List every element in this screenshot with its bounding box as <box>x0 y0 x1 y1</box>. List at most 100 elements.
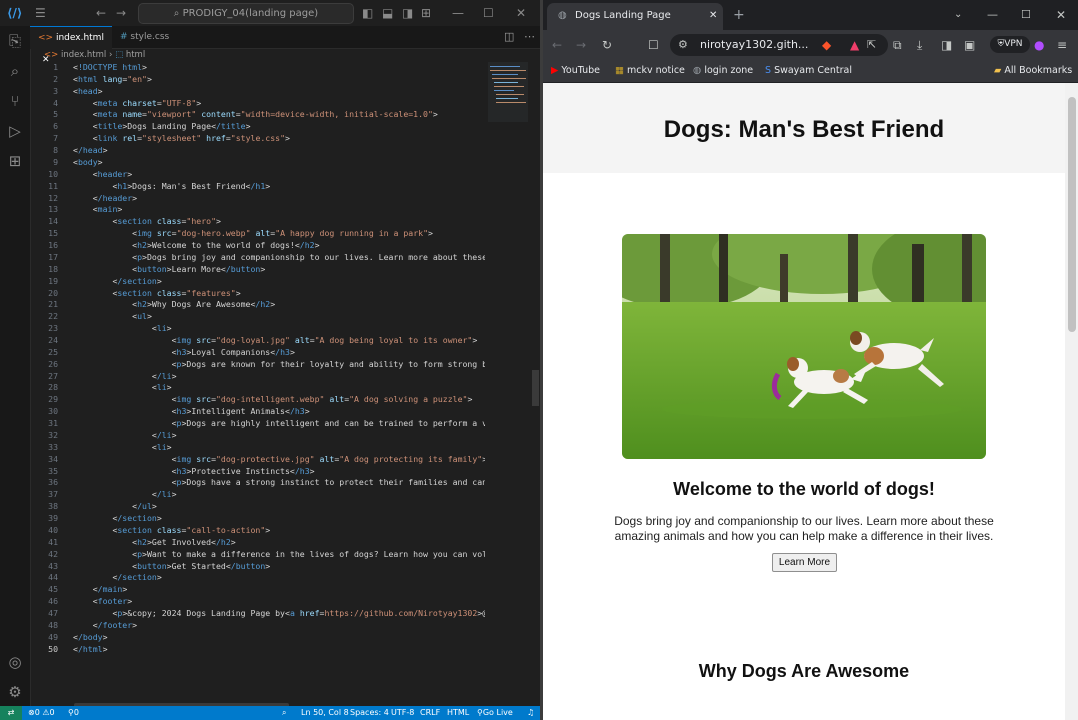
browser-tab[interactable]: ◍ Dogs Landing Page ✕ <box>547 3 723 30</box>
toggle-panel-icon[interactable]: ⬓ <box>382 0 393 26</box>
code-line[interactable]: <button>Learn More</button> <box>73 264 265 274</box>
indentation[interactable]: Spaces: 4 <box>350 706 389 720</box>
code-line[interactable]: <img src="dog-loyal.jpg" alt="A dog bein… <box>73 335 478 345</box>
code-line[interactable]: <p>Dogs are highly intelligent and can b… <box>73 418 485 428</box>
code-line[interactable]: <ul> <box>73 311 152 321</box>
code-line[interactable]: </html> <box>73 644 108 654</box>
notifications-icon[interactable]: ♫ <box>527 706 534 720</box>
close-tab-icon[interactable]: ✕ <box>709 3 717 29</box>
tab-search-icon[interactable]: ⌄ <box>954 0 962 30</box>
extensions-icon[interactable]: ⧉ <box>893 30 902 60</box>
close-window-icon[interactable]: ✕ <box>516 0 526 26</box>
maximize-icon[interactable]: ☐ <box>483 0 494 26</box>
run-debug-icon[interactable]: ▷ <box>0 117 30 145</box>
zoom-icon[interactable]: ⌕ <box>282 706 286 720</box>
code-line[interactable]: <title>Dogs Landing Page</title> <box>73 121 251 131</box>
bookmark-login-zone[interactable]: ◍ login zone <box>693 60 753 82</box>
code-line[interactable]: </section> <box>73 276 161 286</box>
code-line[interactable]: <head> <box>73 86 103 96</box>
site-info-icon[interactable]: ⚙ <box>678 34 688 56</box>
code-line[interactable]: <img src="dog-intelligent.webp" alt="A d… <box>73 394 473 404</box>
code-line[interactable]: <section class="hero"> <box>73 216 221 226</box>
code-line[interactable]: <section class="call-to-action"> <box>73 525 270 535</box>
code-line[interactable]: <button>Get Started</button> <box>73 561 270 571</box>
code-line[interactable]: <img src="dog-protective.jpg" alt="A dog… <box>73 454 485 464</box>
reload-icon[interactable]: ↻ <box>602 30 612 60</box>
language-mode[interactable]: HTML <box>447 706 469 720</box>
problems-indicator[interactable]: ⊗0 ⚠0 <box>28 706 55 720</box>
settings-gear-icon[interactable]: ⚙ <box>0 678 30 706</box>
code-line[interactable]: <h3>Loyal Companions</h3> <box>73 347 295 357</box>
code-line[interactable]: <body> <box>73 157 103 167</box>
forward-icon[interactable]: → <box>116 0 126 26</box>
wallet-icon[interactable]: ▣ <box>964 30 975 60</box>
code-line[interactable]: <p>Dogs bring joy and companionship to o… <box>73 252 485 262</box>
back-icon[interactable]: ← <box>96 0 106 26</box>
page-scroll-thumb[interactable] <box>1068 97 1076 332</box>
code-line[interactable]: <link rel="stylesheet" href="style.css"> <box>73 133 290 143</box>
close-window-icon[interactable]: ✕ <box>1056 0 1066 30</box>
line-ending[interactable]: CRLF <box>420 706 440 720</box>
code-line[interactable]: </header> <box>73 193 137 203</box>
code-line[interactable]: <header> <box>73 169 132 179</box>
downloads-icon[interactable]: ⤓ <box>917 30 922 60</box>
code-line[interactable]: </main> <box>73 584 128 594</box>
bookmark-mckv-notice[interactable]: ▦ mckv notice <box>615 60 685 82</box>
learn-more-button[interactable]: Learn More <box>772 553 837 572</box>
code-line[interactable]: <h3>Intelligent Animals</h3> <box>73 406 310 416</box>
minimize-icon[interactable]: — <box>987 0 998 30</box>
all-bookmarks-button[interactable]: ▰ All Bookmarks <box>994 60 1072 82</box>
cursor-position[interactable]: Ln 50, Col 8 <box>301 706 349 720</box>
breadcrumb-node[interactable]: html <box>126 50 145 60</box>
code-line[interactable]: <main> <box>73 204 123 214</box>
code-line[interactable]: <!DOCTYPE html> <box>73 62 147 72</box>
brave-shields-icon[interactable]: ◆ <box>822 30 831 60</box>
code-line[interactable]: <p>Dogs have a strong instinct to protec… <box>73 477 485 487</box>
new-tab-icon[interactable]: + <box>733 0 745 30</box>
bookmark-page-icon[interactable]: ☐ <box>648 30 659 60</box>
code-line[interactable]: </body> <box>73 632 108 642</box>
browser-menu-icon[interactable]: ≡ <box>1057 30 1067 60</box>
code-line[interactable]: </section> <box>73 572 161 582</box>
breadcrumb-file[interactable]: index.html <box>61 50 106 60</box>
code-line[interactable]: <h2>Why Dogs Are Awesome</h2> <box>73 299 275 309</box>
code-line[interactable]: <h3>Protective Instincts</h3> <box>73 466 315 476</box>
toggle-secondary-sidebar-icon[interactable]: ◨ <box>402 0 413 26</box>
brave-rewards-icon[interactable]: ▲ <box>850 30 859 60</box>
remote-indicator-icon[interactable]: ⇄ <box>0 706 22 720</box>
tab-style-css[interactable]: # style.css <box>112 26 184 48</box>
code-line[interactable]: </li> <box>73 489 177 499</box>
code-line[interactable]: <li> <box>73 323 172 333</box>
forward-icon[interactable]: → <box>576 30 586 60</box>
go-live-button[interactable]: ⚲Go Live <box>477 706 513 720</box>
sidebar-icon[interactable]: ◨ <box>941 30 952 60</box>
code-line[interactable]: <footer> <box>73 596 132 606</box>
ports-indicator[interactable]: ⚲0 <box>68 706 79 720</box>
source-control-icon[interactable]: ⑂ <box>0 87 30 115</box>
share-icon[interactable]: ⇱ <box>867 34 876 56</box>
command-center[interactable]: ⌕ PRODIGY_04(landing page) <box>138 3 354 24</box>
account-icon[interactable]: ◎ <box>0 648 30 676</box>
toggle-sidebar-icon[interactable]: ◧ <box>362 0 373 26</box>
code-line[interactable]: <html lang="en"> <box>73 74 152 84</box>
code-line[interactable]: </li> <box>73 371 177 381</box>
code-line[interactable]: <li> <box>73 382 172 392</box>
explorer-icon[interactable]: ⎘ <box>0 27 30 55</box>
encoding[interactable]: UTF-8 <box>391 706 414 720</box>
search-view-icon[interactable]: ⌕ <box>0 57 30 85</box>
code-line[interactable]: <h2>Welcome to the world of dogs!</h2> <box>73 240 319 250</box>
code-line[interactable]: </footer> <box>73 620 137 630</box>
more-actions-icon[interactable]: ⋯ <box>524 26 535 48</box>
code-line[interactable]: </li> <box>73 430 177 440</box>
code-line[interactable]: </ul> <box>73 501 157 511</box>
code-line[interactable]: <p>Want to make a difference in the live… <box>73 549 485 559</box>
maximize-icon[interactable]: ☐ <box>1021 0 1031 30</box>
tab-index-html[interactable]: <> index.html ✕ <box>30 26 112 65</box>
code-line[interactable]: <p>Dogs are known for their loyalty and … <box>73 359 485 369</box>
code-line[interactable]: </head> <box>73 145 108 155</box>
code-line[interactable]: <section class="features"> <box>73 288 240 298</box>
bookmark-youtube[interactable]: ▶ YouTube <box>551 60 600 82</box>
customize-layout-icon[interactable]: ⊞ <box>421 0 431 26</box>
code-line[interactable]: <p>&copy; 2024 Dogs Landing Page by<a hr… <box>73 608 485 618</box>
extensions-icon[interactable]: ⊞ <box>0 147 30 175</box>
